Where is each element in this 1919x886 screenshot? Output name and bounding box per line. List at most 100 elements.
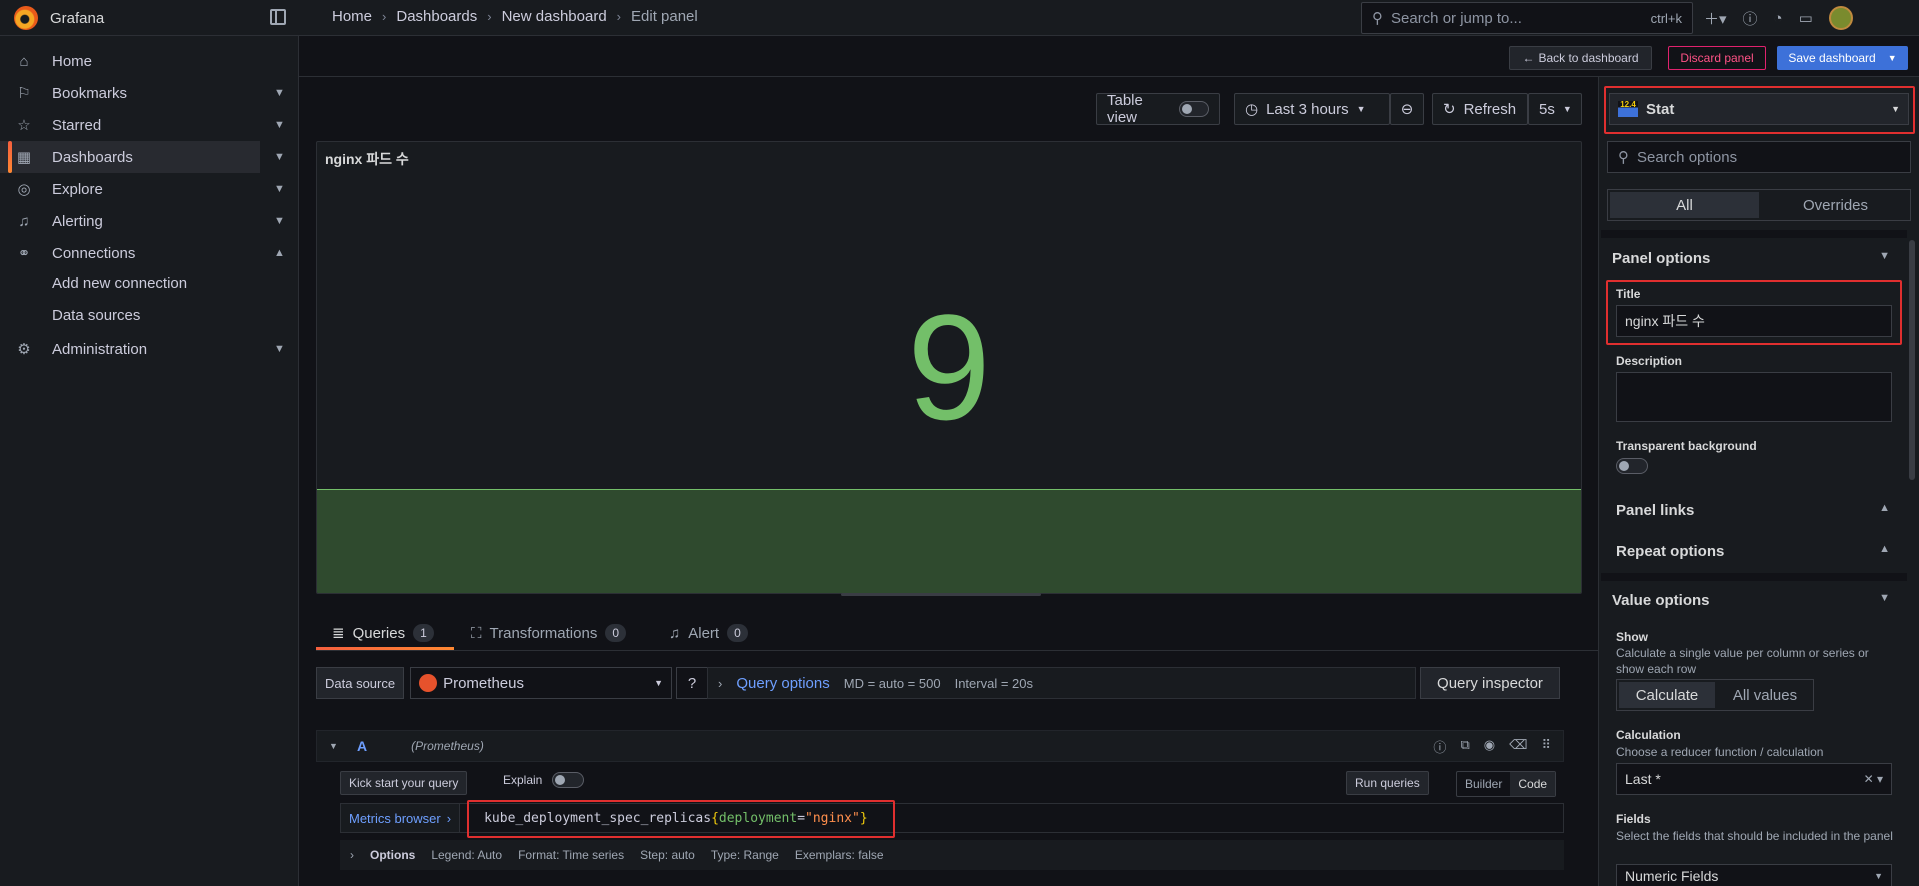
datasource-picker[interactable]: Prometheus ▼ (410, 667, 673, 699)
tab-count: 1 (413, 624, 434, 642)
tab-count: 0 (727, 624, 748, 642)
breadcrumb-dashboards[interactable]: Dashboards (396, 8, 477, 25)
tab-alert[interactable]: ♫ Alert 0 (669, 624, 748, 642)
star-icon: ☆ (17, 117, 31, 134)
breadcrumb-new-dashboard[interactable]: New dashboard (502, 8, 607, 25)
run-queries-button[interactable]: Run queries (1346, 771, 1429, 795)
chevron-down-icon[interactable]: ▼ (274, 87, 285, 99)
show-calculate[interactable]: Calculate (1619, 682, 1715, 708)
datasource-help-button[interactable]: ? (676, 667, 709, 699)
options-scrollbar[interactable] (1909, 240, 1915, 480)
toggle-switch[interactable] (552, 772, 585, 788)
show-all-values[interactable]: All values (1717, 680, 1813, 710)
fields-select[interactable]: Numeric Fields ▼ (1616, 864, 1892, 886)
query-row-header[interactable]: ▼ A (Prometheus) ⓘ ⧉ ◉ ⌫ ⠿ (316, 730, 1564, 762)
value-options-header[interactable]: Value options ▼ (1612, 592, 1890, 609)
sidebar-item-administration[interactable]: ⚙ Administration ▼ (0, 333, 299, 365)
refresh-button[interactable]: ↻ Refresh (1432, 93, 1528, 125)
tab-all[interactable]: All (1610, 192, 1759, 218)
discard-panel-button[interactable]: Discard panel (1668, 46, 1766, 70)
sidebar-item-starred[interactable]: ☆ Starred ▼ (0, 109, 299, 141)
rss-icon[interactable]: ◔ (1774, 10, 1783, 27)
chevron-down-icon[interactable]: ▼ (274, 215, 285, 227)
transform-icon: ⛶ (471, 624, 482, 642)
datasource-row: Data source Prometheus ▼ ? (316, 667, 709, 699)
search-input[interactable]: ⚲ Search or jump to... ctrl+k (1361, 2, 1693, 34)
clear-chevron-icon[interactable]: ✕ ▾ (1864, 772, 1883, 786)
datasource-label: Data source (316, 667, 405, 699)
mode-code[interactable]: Code (1510, 772, 1556, 796)
viz-highlight-box (1604, 86, 1915, 134)
transparent-background-toggle[interactable] (1616, 458, 1648, 474)
sidebar-item-alerting[interactable]: ♫ Alerting ▼ (0, 205, 299, 237)
tab-queries[interactable]: ≣ Queries 1 (332, 624, 434, 642)
time-range-label: Last 3 hours (1266, 100, 1349, 118)
chevron-down-icon[interactable]: ▼ (274, 183, 285, 195)
description-textarea[interactable] (1616, 372, 1892, 422)
tab-overrides[interactable]: Overrides (1761, 190, 1910, 220)
back-to-dashboard-button[interactable]: ← Back to dashboard (1509, 46, 1652, 70)
chevron-down-icon[interactable]: ▼ (329, 741, 338, 751)
sidebar-subitem-add-connection[interactable]: Add new connection (52, 275, 187, 292)
sidebar-subitem-data-sources[interactable]: Data sources (52, 307, 140, 324)
query-inspector-button[interactable]: Query inspector (1420, 667, 1560, 699)
chevron-down-icon[interactable]: ▼ (1888, 53, 1897, 63)
eye-icon[interactable]: ◉ (1484, 737, 1495, 756)
search-options-input[interactable]: ⚲ Search options (1607, 141, 1911, 173)
query-options-summary[interactable]: › Options Legend: Auto Format: Time seri… (340, 840, 1564, 870)
kick-start-query-button[interactable]: Kick start your query (340, 771, 468, 795)
query-options-bar[interactable]: › Query options MD = auto = 500 Interval… (707, 667, 1416, 699)
repeat-options-header[interactable]: Repeat options ▲ (1616, 543, 1890, 560)
tab-transformations[interactable]: ⛶ Transformations 0 (471, 624, 627, 642)
metrics-browser-button[interactable]: Metrics browser › (341, 804, 461, 832)
cog-icon: ⚙ (17, 341, 31, 358)
monitor-icon[interactable]: ▭ (1799, 9, 1813, 27)
query-ref-id[interactable]: A (357, 738, 367, 754)
explain-toggle[interactable]: Explain (503, 772, 585, 788)
avatar[interactable] (1828, 6, 1853, 30)
mode-builder[interactable]: Builder (1457, 772, 1510, 796)
help-icon[interactable]: ⓘ (1433, 737, 1446, 756)
dock-menu-icon[interactable] (270, 9, 286, 25)
chevron-up-icon: ▲ (1879, 543, 1890, 555)
stat-panel-preview[interactable]: nginx 파드 수 9 (316, 141, 1582, 594)
trash-icon[interactable]: ⌫ (1509, 737, 1527, 756)
datasource-name: Prometheus (443, 674, 524, 692)
show-label: Show (1616, 630, 1648, 644)
save-dashboard-button[interactable]: Save dashboard ▼ (1777, 46, 1908, 70)
dashboards-expand[interactable]: ▼ (264, 141, 285, 173)
search-icon: ⚲ (1618, 149, 1629, 166)
calculation-select[interactable]: Last * ✕ ▾ (1616, 763, 1892, 795)
chevron-right-icon: › (350, 848, 354, 862)
chevron-down-icon: ▼ (274, 151, 285, 163)
sidebar-item-explore[interactable]: ◎ Explore ▼ (0, 173, 299, 205)
sidebar-item-bookmarks[interactable]: ⚐ Bookmarks ▼ (0, 77, 299, 109)
panel-options-header[interactable]: Panel options ▼ (1612, 250, 1890, 267)
chevron-up-icon[interactable]: ▲ (274, 247, 285, 259)
chevron-down-icon[interactable]: ▼ (274, 119, 285, 131)
zoom-out-icon: ⊖ (1400, 101, 1414, 118)
breadcrumb-home[interactable]: Home (332, 8, 372, 25)
zoom-out-button[interactable]: ⊖ (1390, 93, 1424, 125)
plus-icon[interactable]: ＋▾ (1704, 8, 1727, 29)
sidebar-item-dashboards[interactable]: ▦ Dashboards (0, 141, 260, 173)
panel-links-header[interactable]: Panel links ▲ (1616, 502, 1890, 519)
help-icon[interactable]: ⓘ (1743, 8, 1758, 29)
panel-resize-handle[interactable] (841, 593, 1041, 596)
title-highlight-box (1606, 280, 1902, 345)
query-datasource: (Prometheus) (411, 739, 484, 753)
sidebar-item-connections[interactable]: ⚭ Connections ▲ (0, 237, 299, 269)
refresh-interval-picker[interactable]: 5s ▼ (1528, 93, 1582, 125)
sidebar-item-label: Connections (52, 244, 136, 262)
section-title: Panel options (1612, 250, 1711, 267)
drag-handle-icon[interactable]: ⠿ (1541, 737, 1551, 756)
query-options-link[interactable]: Query options (736, 675, 829, 692)
brand[interactable]: Grafana (14, 6, 104, 30)
table-view-toggle[interactable]: Table view (1096, 92, 1220, 126)
sidebar-item-home[interactable]: ⌂ Home (0, 45, 299, 77)
section-divider (1601, 573, 1907, 581)
time-range-picker[interactable]: ◷ Last 3 hours ▼ (1234, 93, 1390, 125)
copy-icon[interactable]: ⧉ (1460, 737, 1469, 756)
toggle-switch[interactable] (1179, 101, 1209, 117)
chevron-down-icon[interactable]: ▼ (274, 343, 285, 355)
